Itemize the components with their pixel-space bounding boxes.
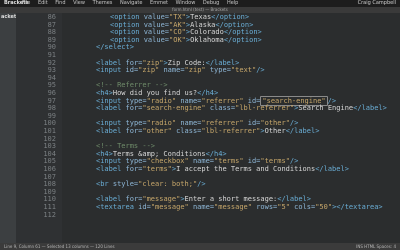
menu-window[interactable]: Window: [176, 0, 196, 6]
code-token: class=: [209, 104, 236, 113]
code-token: <label: [96, 104, 126, 113]
menu-themes[interactable]: Themes: [93, 0, 113, 6]
sidebar-brand: ackets: [1, 14, 17, 20]
menu-find[interactable]: Find: [55, 0, 65, 6]
code-token: </label>: [353, 104, 387, 113]
editor-mode-info[interactable]: INS HTML Spaces: 4: [356, 243, 396, 250]
code-token: I accept the Terms and Conditions: [176, 165, 316, 173]
menu-debug[interactable]: Debug: [203, 0, 219, 6]
code-token: value=: [143, 35, 170, 44]
menu-emmet[interactable]: Emmet: [150, 0, 168, 6]
menu-edit[interactable]: Edit: [38, 0, 48, 6]
code-token: "clear: both;": [138, 180, 198, 189]
code-token: name=: [192, 203, 215, 211]
code-token: </option>: [223, 35, 262, 44]
code-token: class=: [176, 127, 202, 135]
code-token: <textarea: [96, 203, 139, 211]
code-token: id=: [138, 203, 151, 211]
code-token: "lbl-referrer": [201, 127, 261, 135]
code-token: "message": [150, 203, 193, 211]
code-token: <label: [96, 165, 126, 173]
user-name[interactable]: Craig Campbell: [358, 0, 396, 6]
code-token: </label>: [285, 127, 320, 135]
menu-navigate[interactable]: Navigate: [120, 0, 142, 6]
code-token: "zip": [138, 66, 164, 75]
code-token: </label>: [315, 165, 349, 173]
code-line: </select>: [96, 41, 134, 53]
code-token: </select>: [96, 43, 134, 52]
code-token: cols=: [294, 203, 316, 211]
code-token: "text": [230, 66, 257, 75]
code-editor[interactable]: <option value="TX">Texas</option> <option…: [62, 13, 400, 243]
code-line: <br style="clear: both;"/>: [96, 178, 206, 190]
menu-list: File Edit Find View Themes Navigate Emme…: [22, 0, 244, 7]
code-token: Oklahoma: [190, 35, 224, 44]
menu-bar: Brackets File Edit Find View Themes Navi…: [0, 0, 400, 7]
code-token: "other": [142, 127, 177, 135]
code-token: "lbl-referrer": [235, 104, 295, 113]
menu-file[interactable]: File: [22, 0, 30, 6]
code-token: "OK": [169, 35, 186, 44]
code-token: for=: [125, 104, 143, 113]
line-number: 112: [43, 210, 56, 219]
code-token: ></textarea>: [332, 203, 383, 211]
code-line: <label for="other" class="lbl-referrer">…: [96, 125, 319, 137]
sidebar: ackets: [0, 13, 17, 243]
code-token: type=: [209, 66, 231, 75]
code-token: "zip": [184, 66, 210, 75]
menu-help[interactable]: Help: [227, 0, 238, 6]
code-token: "terms": [142, 165, 172, 173]
cursor-position: Line 9, Column 61 — Selected 13 columns …: [4, 244, 115, 249]
code-token: "50": [315, 203, 333, 211]
code-line: <label for="search-engine" class="lbl-re…: [96, 102, 387, 114]
code-token: <br: [96, 180, 113, 189]
code-token: rows=: [256, 203, 278, 211]
code-token: id=: [125, 66, 139, 75]
code-token: "5": [277, 203, 295, 211]
code-token: for=: [125, 165, 143, 173]
code-token: "message": [214, 203, 257, 211]
code-line: <input id="zip" name="zip" type="text"/>: [96, 64, 265, 76]
code-token: "search-engine": [142, 104, 210, 113]
menu-bar-right: Craig Campbell: [353, 0, 396, 7]
code-token: name=: [163, 66, 185, 75]
code-token: />: [197, 180, 206, 189]
menu-view[interactable]: View: [73, 0, 85, 6]
code-token: Search Engine: [298, 104, 354, 113]
brackets-window: Brackets File Edit Find View Themes Navi…: [0, 0, 400, 250]
code-line: <textarea id="message" name="message" ro…: [96, 201, 383, 213]
code-token: />: [256, 66, 265, 75]
code-token: <input: [96, 66, 126, 75]
code-token: for=: [125, 127, 143, 135]
code-token: <label: [96, 127, 126, 135]
code-line: <label for="terms">I accept the Terms an…: [96, 163, 349, 175]
code-token: Other: [264, 127, 286, 135]
status-bar: Line 9, Column 61 — Selected 13 columns …: [0, 243, 400, 250]
code-token: style=: [112, 180, 139, 189]
